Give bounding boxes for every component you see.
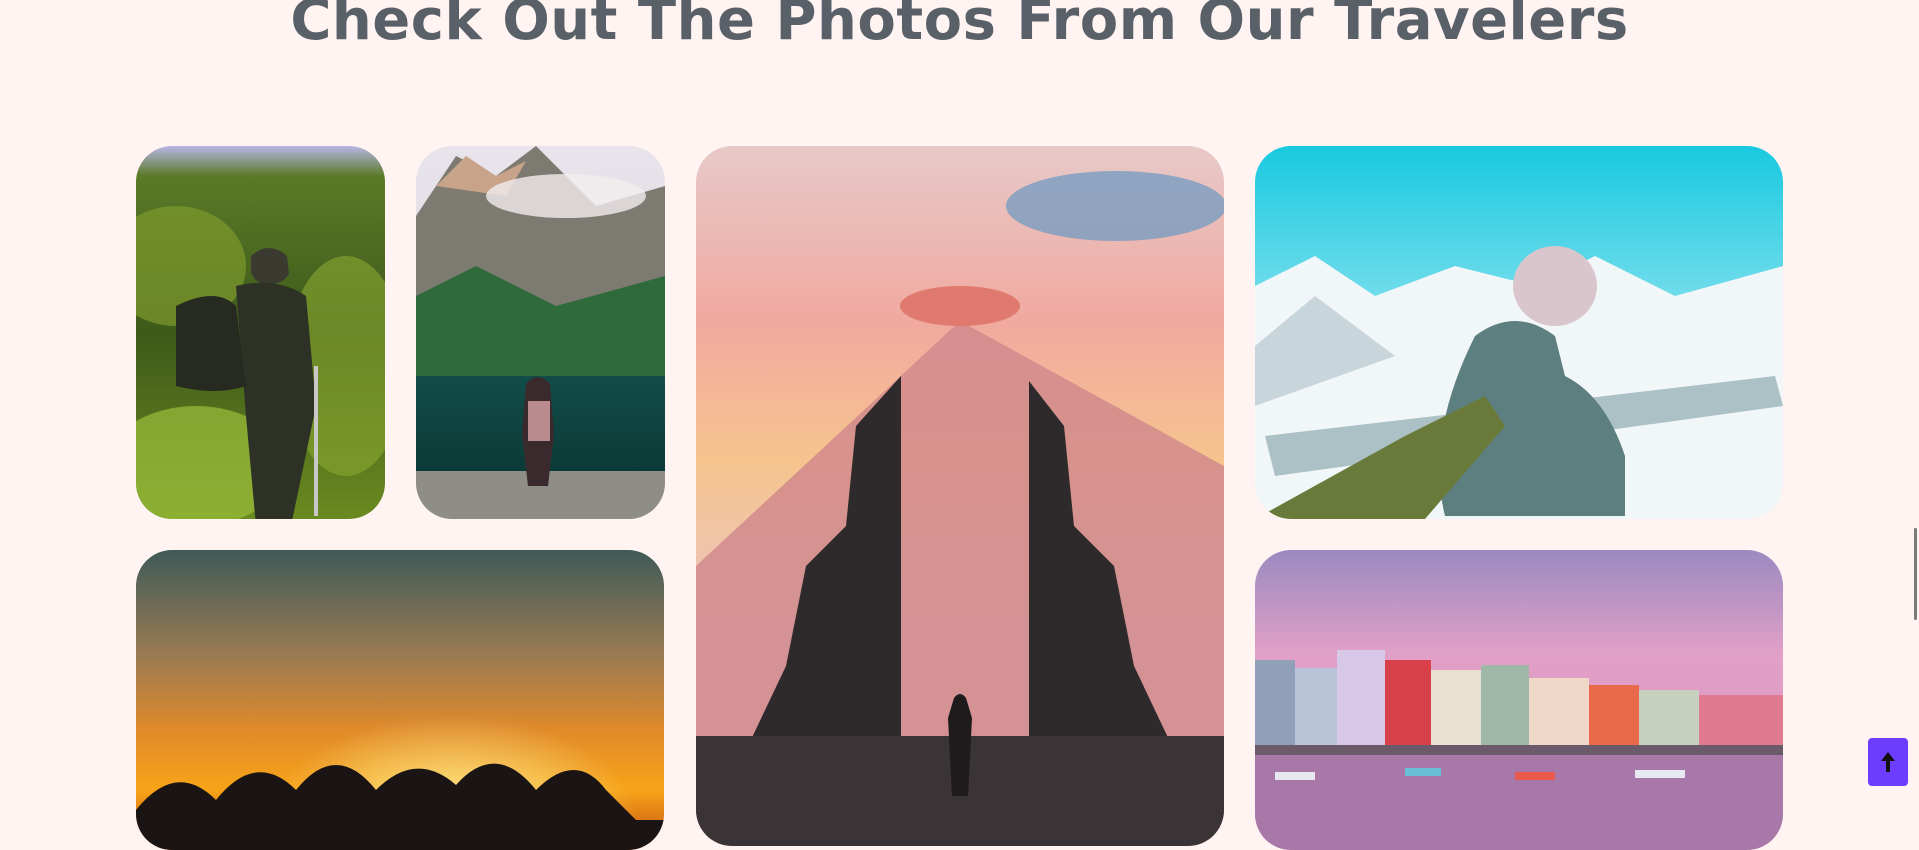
gallery-photo-lake[interactable]	[416, 146, 665, 519]
section-title: Check Out The Photos From Our Travelers	[290, 0, 1629, 53]
scroll-to-top-button[interactable]	[1868, 738, 1908, 786]
gallery-photo-temple[interactable]	[696, 146, 1224, 846]
sunset-silhouettes-image	[136, 550, 664, 850]
arrow-up-icon	[1881, 752, 1895, 772]
page-scrollbar[interactable]	[1914, 528, 1917, 620]
temple-gate-image	[696, 146, 1224, 846]
gallery-photo-sunset[interactable]	[136, 550, 664, 850]
snow-mountain-image	[1255, 146, 1783, 519]
gallery-photo-harbor[interactable]	[1255, 550, 1783, 850]
hiker-forest-image	[136, 146, 385, 519]
gallery-photo-hiker[interactable]	[136, 146, 385, 519]
mountain-lake-image	[416, 146, 665, 519]
gallery-photo-snow[interactable]	[1255, 146, 1783, 519]
harbor-town-image	[1255, 550, 1783, 850]
